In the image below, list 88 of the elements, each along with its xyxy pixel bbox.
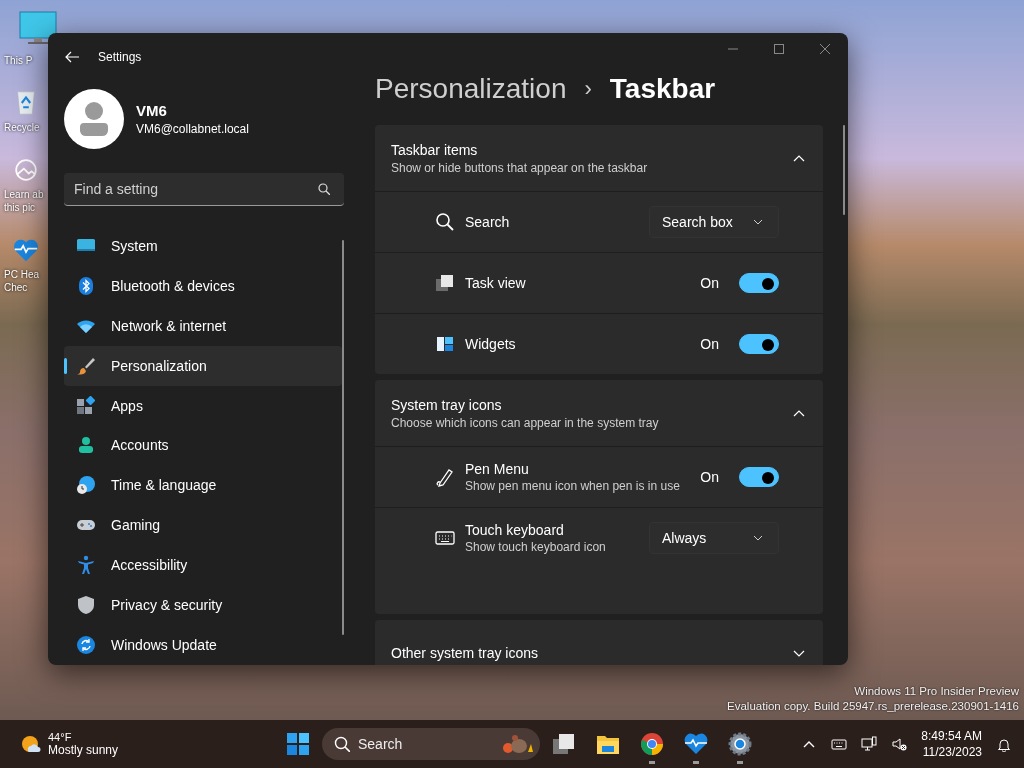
speaker-muted-icon[interactable]	[891, 736, 908, 752]
section-subtitle: Choose which icons can appear in the system tray	[391, 415, 660, 430]
icon-label: Recycle	[4, 121, 40, 134]
toggle-switch[interactable]	[739, 273, 779, 293]
setting-label: Touch keyboard	[465, 522, 565, 538]
sun-cloud-icon[interactable]	[20, 733, 42, 755]
browser-icon[interactable]	[640, 732, 664, 756]
nav-item[interactable]: Time & language	[64, 465, 342, 506]
breadcrumb-link[interactable]: Personalization	[375, 73, 567, 105]
camera-circle-icon[interactable]	[12, 156, 40, 184]
nav-item[interactable]: Accessibility	[64, 545, 342, 586]
toggle-state: On	[700, 275, 719, 291]
section-header[interactable]: Other system tray icons	[375, 620, 823, 665]
gear-icon[interactable]	[728, 732, 752, 756]
search-icon[interactable]	[318, 183, 330, 195]
dropdown[interactable]: Search box	[649, 206, 779, 238]
window-title: Settings	[98, 50, 142, 64]
refresh-icon	[76, 635, 96, 655]
bluetooth-icon	[76, 275, 96, 296]
keyboard-icon[interactable]	[831, 736, 848, 752]
toggle-switch[interactable]	[739, 467, 779, 487]
pen-icon	[435, 467, 455, 487]
avatar-icon	[64, 89, 124, 149]
section-title: Other system tray icons	[391, 645, 540, 661]
nav-item[interactable]: Windows Update	[64, 625, 342, 665]
account-email: VM6@collabnet.local	[136, 122, 249, 136]
toggle-state: On	[700, 336, 719, 352]
shield-icon	[76, 595, 96, 616]
caret-icon	[753, 535, 763, 541]
heart-pulse-icon[interactable]	[684, 732, 708, 756]
scrollbar[interactable]	[843, 125, 845, 215]
overlapping-squares-icon[interactable]	[552, 732, 576, 756]
nav-item[interactable]: Personalization	[64, 345, 342, 386]
holiday-illustration-icon[interactable]	[502, 732, 534, 756]
apps-icon	[76, 395, 96, 416]
bell-icon[interactable]	[996, 736, 1012, 752]
temperature[interactable]: 44°F	[48, 731, 119, 743]
keyboard-icon	[435, 528, 455, 548]
nav-item[interactable]: Privacy & security	[64, 585, 342, 626]
search-icon[interactable]	[334, 736, 350, 752]
account-name: VM6	[136, 102, 168, 119]
dropdown[interactable]: Always	[649, 522, 779, 554]
icon-label: PC Hea	[4, 268, 39, 281]
person-icon	[76, 435, 96, 456]
icon-label: Learn ab	[4, 188, 44, 201]
breadcrumb-separator: ›	[584, 76, 592, 102]
back-arrow-icon[interactable]	[64, 49, 80, 65]
caret-icon	[753, 219, 763, 225]
taskbar-search-field[interactable]: Search	[322, 728, 540, 760]
section-subtitle: Show or hide buttons that appear on the taskbar	[391, 160, 649, 175]
nav-item[interactable]: System	[64, 226, 342, 266]
close-icon[interactable]	[820, 44, 830, 54]
page-title: Taskbar	[609, 73, 716, 105]
setting-label: Search	[465, 214, 511, 230]
system-notice-text: Evaluation copy. Build 25947.rs_prerelease.230901-1416	[727, 699, 1019, 714]
setting-description: Show pen menu icon when pen is in use	[465, 479, 681, 493]
weather-condition[interactable]: Mostly sunny	[48, 743, 119, 757]
scrollbar[interactable]	[342, 240, 344, 635]
section-header[interactable]: Taskbar items Show or hide buttons that appear on the taskbar	[375, 125, 823, 191]
widgets-icon	[435, 334, 455, 354]
icon-label: Chec	[4, 281, 28, 294]
windows-logo-icon[interactable]	[286, 732, 310, 756]
nav-item[interactable]: Gaming	[64, 505, 342, 546]
section-title: System tray icons	[391, 396, 503, 413]
setting-label: Task view	[465, 275, 527, 291]
toggle-state: On	[700, 469, 719, 485]
search-icon	[435, 212, 455, 232]
section-title: Taskbar items	[391, 141, 479, 158]
nav-item[interactable]: Network & internet	[64, 305, 342, 346]
system-notice-text: Windows 11 Pro Insider Preview	[853, 684, 1019, 699]
nav-item[interactable]: Accounts	[64, 425, 342, 466]
nav-item[interactable]: Apps	[64, 385, 342, 426]
icon-label: this pic	[4, 201, 36, 214]
maximize-icon[interactable]	[774, 44, 784, 54]
nav-item[interactable]: Bluetooth & devices	[64, 265, 342, 306]
icon-label: This P	[4, 54, 33, 67]
setting-label: Pen Menu	[465, 461, 530, 477]
setting-label: Widgets	[465, 336, 517, 352]
globe-clock-icon	[76, 475, 96, 496]
overlapping-squares-icon	[435, 273, 455, 293]
settings-search-field[interactable]: Find a setting	[64, 173, 344, 206]
accessibility-icon	[76, 555, 96, 576]
toggle-switch[interactable]	[739, 334, 779, 354]
setting-description: Show touch keyboard icon	[465, 540, 607, 554]
clock[interactable]: 8:49:54 AM 11/23/2023	[921, 728, 982, 760]
section-header[interactable]: System tray icons Choose which icons can appear in the system tray	[375, 380, 823, 446]
paintbrush-icon	[76, 355, 96, 376]
computer-network-icon[interactable]	[861, 736, 878, 752]
